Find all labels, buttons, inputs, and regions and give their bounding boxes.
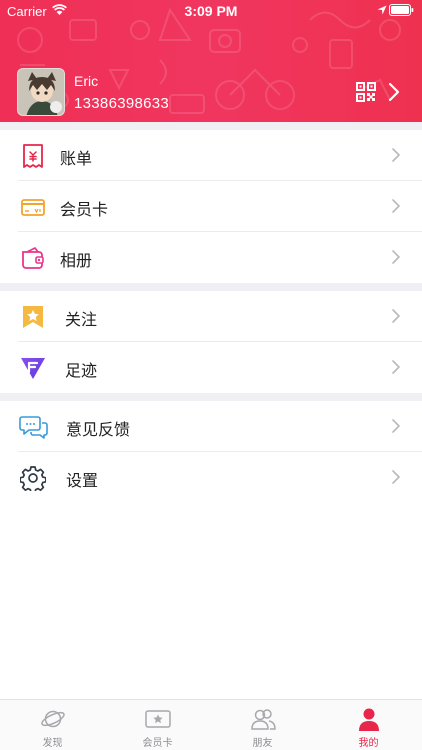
tab-label: 会员卡 bbox=[142, 738, 173, 749]
person-icon bbox=[359, 708, 379, 731]
menu-item-label: 意见反馈 bbox=[66, 420, 131, 439]
group-separator bbox=[0, 283, 422, 291]
tab-discover[interactable]: 发现 bbox=[0, 700, 105, 750]
footprint-icon bbox=[21, 358, 45, 379]
friends-icon bbox=[251, 709, 276, 730]
tab-friends[interactable]: 朋友 bbox=[210, 700, 315, 750]
bill-icon bbox=[23, 144, 43, 168]
chevron-right-icon bbox=[392, 148, 400, 162]
tab-label: 朋友 bbox=[252, 738, 273, 749]
menu-item-settings[interactable]: 设置 bbox=[0, 452, 422, 503]
menu-item-follow[interactable]: 关注 bbox=[0, 291, 422, 342]
chevron-right-icon[interactable] bbox=[388, 82, 400, 102]
profile-header: Carrier 3:09 PM Eric 13386398633 bbox=[0, 0, 422, 122]
menu-item-label: 账单 bbox=[60, 149, 93, 168]
tab-label: 我的 bbox=[358, 738, 379, 749]
chevron-right-icon bbox=[392, 360, 400, 374]
tab-bar: 发现 会员卡 朋友 我的 bbox=[0, 699, 422, 750]
chevron-right-icon bbox=[392, 309, 400, 323]
user-phone: 13386398633 bbox=[74, 95, 170, 112]
chevron-right-icon bbox=[392, 199, 400, 213]
menu-item-label: 会员卡 bbox=[60, 200, 109, 219]
membership-card-icon bbox=[21, 199, 45, 216]
group-separator bbox=[0, 393, 422, 401]
menu-item-feedback[interactable]: 意见反馈 bbox=[0, 401, 422, 452]
chevron-right-icon bbox=[392, 250, 400, 264]
settings-gear-icon bbox=[20, 466, 46, 491]
menu-item-label: 关注 bbox=[65, 310, 98, 329]
status-bar: Carrier 3:09 PM bbox=[0, 0, 422, 22]
star-card-icon bbox=[145, 710, 171, 728]
avatar[interactable] bbox=[17, 68, 65, 116]
menu-item-bill[interactable]: 账单 bbox=[0, 130, 422, 181]
chevron-right-icon bbox=[392, 419, 400, 433]
bookmark-star-icon bbox=[23, 306, 43, 328]
avatar-illustration bbox=[18, 69, 64, 115]
menu-item-footprint[interactable]: 足迹 bbox=[0, 342, 422, 393]
album-icon bbox=[22, 247, 44, 269]
battery-icon bbox=[389, 4, 414, 16]
clock: 3:09 PM bbox=[184, 3, 238, 19]
tab-mine[interactable]: 我的 bbox=[316, 700, 421, 750]
menu-item-membership-card[interactable]: 会员卡 bbox=[0, 181, 422, 232]
qr-code-icon[interactable] bbox=[356, 82, 376, 102]
planet-icon bbox=[41, 710, 65, 728]
user-name: Eric bbox=[74, 73, 99, 89]
menu-item-label: 足迹 bbox=[65, 361, 98, 380]
tab-label: 发现 bbox=[42, 738, 63, 749]
chevron-right-icon bbox=[392, 470, 400, 484]
menu-item-label: 设置 bbox=[66, 471, 99, 490]
feedback-chat-icon bbox=[19, 416, 48, 439]
location-arrow-icon bbox=[377, 5, 387, 15]
tab-membership-card[interactable]: 会员卡 bbox=[105, 700, 210, 750]
menu-item-album[interactable]: 相册 bbox=[0, 232, 422, 283]
group-separator bbox=[0, 122, 422, 130]
menu-item-label: 相册 bbox=[60, 251, 93, 270]
